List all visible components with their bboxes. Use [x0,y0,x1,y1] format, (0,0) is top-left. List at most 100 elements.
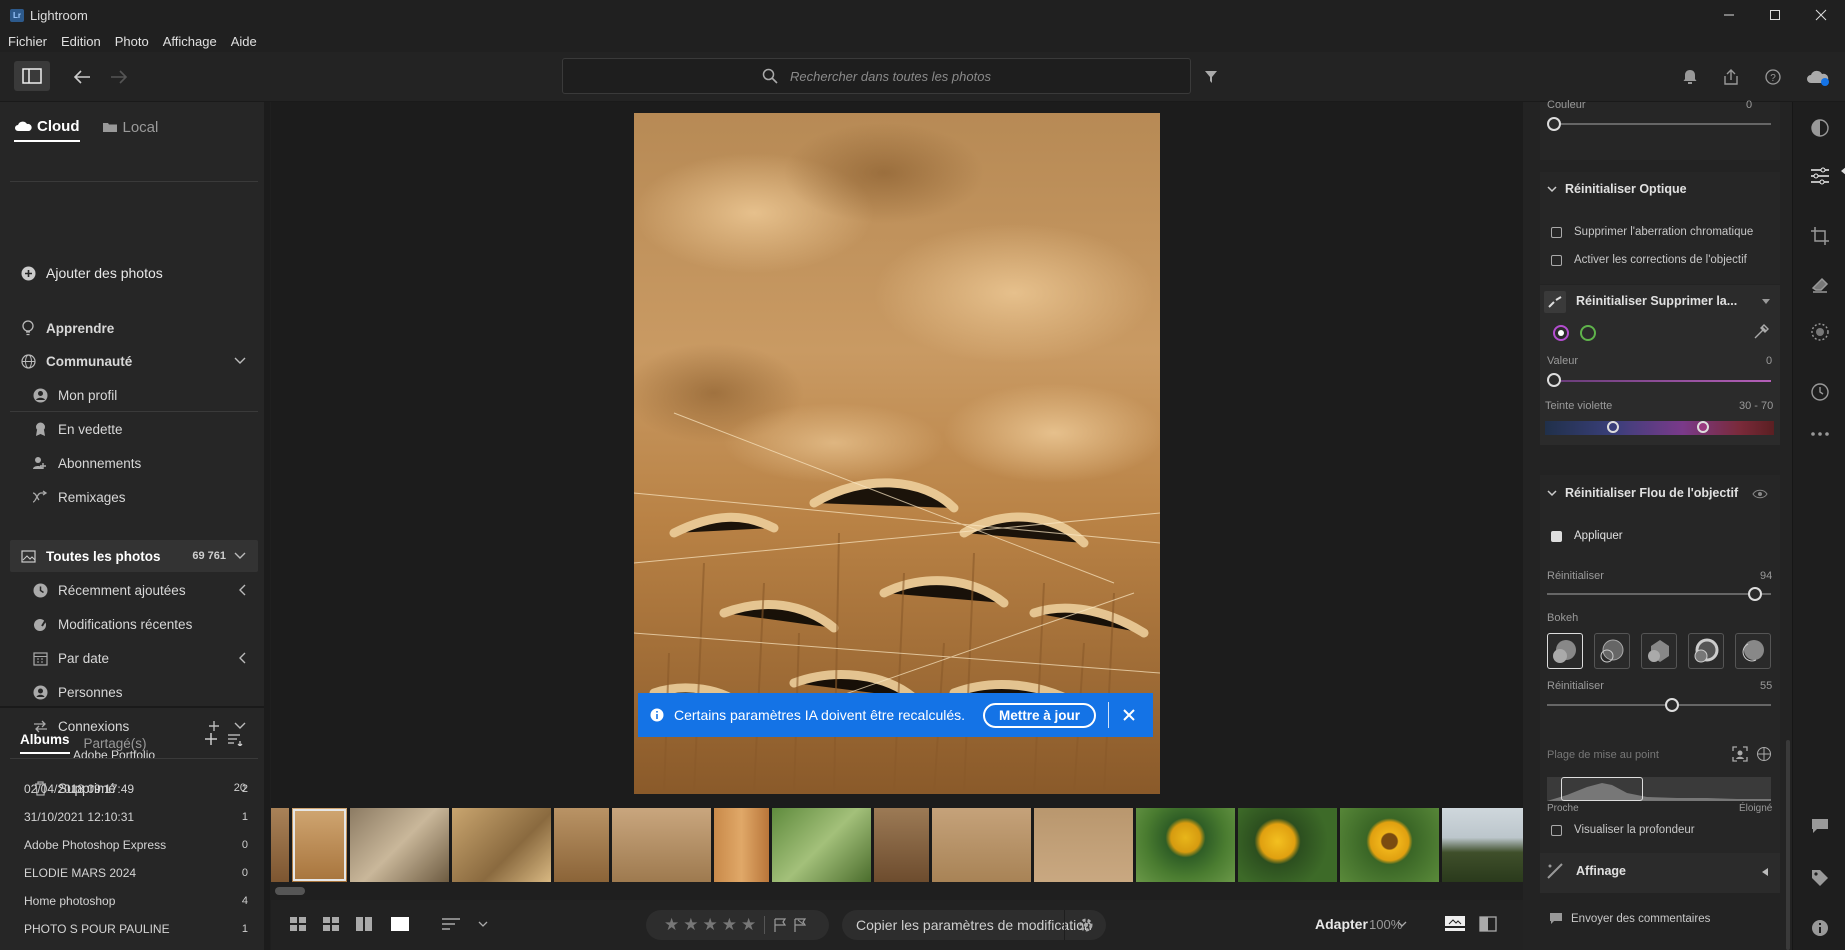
filmstrip-scrollbar[interactable] [271,882,1523,900]
eraser-icon[interactable] [1793,266,1845,302]
bokeh-cat-eye-option[interactable] [1735,633,1771,669]
teinte-range-track[interactable] [1545,421,1774,435]
green-hue-icon[interactable] [1580,325,1596,341]
filmstrip-thumb[interactable] [932,808,1031,882]
panel-toggle-icon[interactable] [14,61,50,91]
nav-recently-added[interactable]: Récemment ajoutées [0,575,258,605]
grid-large-icon[interactable] [323,917,339,931]
share-icon[interactable] [1720,66,1742,88]
menu-aide[interactable]: Aide [231,34,257,49]
filmstrip-thumb[interactable] [554,808,609,882]
filmstrip-thumb-selected[interactable] [292,808,347,882]
help-icon[interactable]: ? [1762,66,1784,88]
minimize-button[interactable] [1706,0,1752,30]
bokeh-amount-track[interactable] [1547,704,1771,706]
blur-amount-knob[interactable] [1748,587,1762,601]
nav-people[interactable]: Personnes [0,677,258,707]
flag-pick-icon[interactable] [773,918,787,932]
nav-subscriptions[interactable]: Abonnements [0,448,258,478]
subject-focus-icon[interactable] [1732,746,1748,762]
filmstrip-thumb[interactable] [612,808,711,882]
bell-icon[interactable] [1679,66,1701,88]
maximize-button[interactable] [1752,0,1798,30]
tab-cloud[interactable]: Cloud [14,112,80,142]
tag-icon[interactable] [1793,860,1845,896]
gear-icon[interactable] [1078,917,1094,933]
close-window-button[interactable] [1798,0,1844,30]
depth-histogram[interactable] [1547,777,1771,801]
couleur-slider-knob[interactable] [1547,117,1561,131]
chevron-down-icon[interactable] [234,552,246,560]
album-item[interactable]: ELODIE MARS 2024 0 [24,862,248,884]
optique-header[interactable]: Réinitialiser Optique [1547,182,1687,196]
nav-recent-edits[interactable]: Modifications récentes [0,609,258,639]
tab-albums[interactable]: Albums [20,732,70,754]
sort-lines-icon[interactable] [442,918,462,930]
more-options-icon[interactable] [1793,416,1845,452]
flag-reject-icon[interactable] [793,918,807,932]
forward-arrow-icon[interactable] [107,65,131,89]
dropdown-arrow-icon[interactable] [1762,299,1770,304]
nav-my-profile[interactable]: Mon profil [0,380,258,410]
teinte-high-knob[interactable] [1697,421,1709,433]
masking-icon[interactable] [1793,314,1845,350]
filmstrip-thumb[interactable] [1442,808,1523,882]
grid-small-icon[interactable] [290,917,306,931]
filmstrip-thumb[interactable] [1340,808,1439,882]
crop-icon[interactable] [1793,218,1845,254]
chevron-down-icon[interactable] [234,357,246,365]
right-panel-scrollbar[interactable] [1786,740,1790,950]
tab-local[interactable]: Local [102,112,158,142]
filmstrip-thumb[interactable] [772,808,871,882]
filmstrip-toggle-icon[interactable] [1445,916,1465,932]
update-button[interactable]: Mettre à jour [983,702,1097,728]
filmstrip-thumb[interactable] [714,808,769,882]
nav-by-date[interactable]: Par date [0,643,258,673]
flou-header[interactable]: Réinitialiser Flou de l'objectif [1547,486,1738,500]
cloud-sync-icon[interactable] [1805,65,1831,89]
chevron-left-icon[interactable] [238,584,246,596]
filter-icon[interactable] [1200,66,1222,88]
presets-icon[interactable] [1793,110,1845,146]
chevron-down-icon[interactable] [1397,921,1407,928]
valeur-slider-knob[interactable] [1547,373,1561,387]
nav-remixes[interactable]: Remixages [0,482,258,512]
visualize-depth-checkbox[interactable]: Visualiser la profondeur [1551,824,1695,836]
menu-fichier[interactable]: Fichier [8,34,47,49]
chromatic-aberration-checkbox[interactable]: Supprimer l'aberration chromatique [1551,226,1753,238]
close-icon[interactable] [1123,709,1135,721]
chevron-down-icon[interactable] [478,921,488,928]
chevron-down-icon[interactable] [234,722,246,730]
nav-featured[interactable]: En vedette [0,414,258,444]
fringe-header[interactable]: Réinitialiser Supprimer la... [1576,294,1737,308]
nav-learn[interactable]: Apprendre [0,313,258,343]
info-panel-icon[interactable] [1793,910,1845,946]
purple-hue-icon[interactable] [1553,325,1569,341]
affinage-header[interactable]: Affinage [1576,864,1626,878]
bokeh-blade-option[interactable] [1641,633,1677,669]
filmstrip-thumb[interactable] [1136,808,1235,882]
menu-photo[interactable]: Photo [115,34,149,49]
edit-sliders-icon[interactable] [1793,158,1845,194]
album-item[interactable]: Adobe Photoshop Express 0 [24,834,248,856]
comments-icon[interactable] [1793,808,1845,844]
add-album-icon[interactable] [204,732,218,746]
compare-icon[interactable] [356,917,372,931]
apply-checkbox[interactable]: Appliquer [1551,530,1623,542]
album-item[interactable]: 31/10/2021 12:10:31 1 [24,806,248,828]
album-item[interactable]: Home photoshop 4 [24,890,248,912]
filmstrip-thumb[interactable] [1034,808,1133,882]
sort-icon[interactable] [227,733,243,746]
fit-button[interactable]: Adapter [1315,916,1368,932]
eyedropper-icon[interactable] [1753,324,1769,340]
blur-amount-track[interactable] [1547,593,1771,595]
bokeh-bubble-option[interactable] [1594,633,1630,669]
filmstrip-thumb[interactable] [1238,808,1337,882]
menu-edition[interactable]: Edition [61,34,101,49]
album-item[interactable]: PHOTO S POUR PAULINE 1 [24,918,248,940]
left-scrollbar[interactable] [264,102,270,950]
nav-community[interactable]: Communauté [0,346,258,376]
add-photos-button[interactable]: Ajouter des photos [0,258,258,288]
nav-all-photos[interactable]: Toutes les photos 69 761 [10,540,258,572]
copy-settings-button[interactable]: Copier les paramètres de modification [856,917,1092,933]
